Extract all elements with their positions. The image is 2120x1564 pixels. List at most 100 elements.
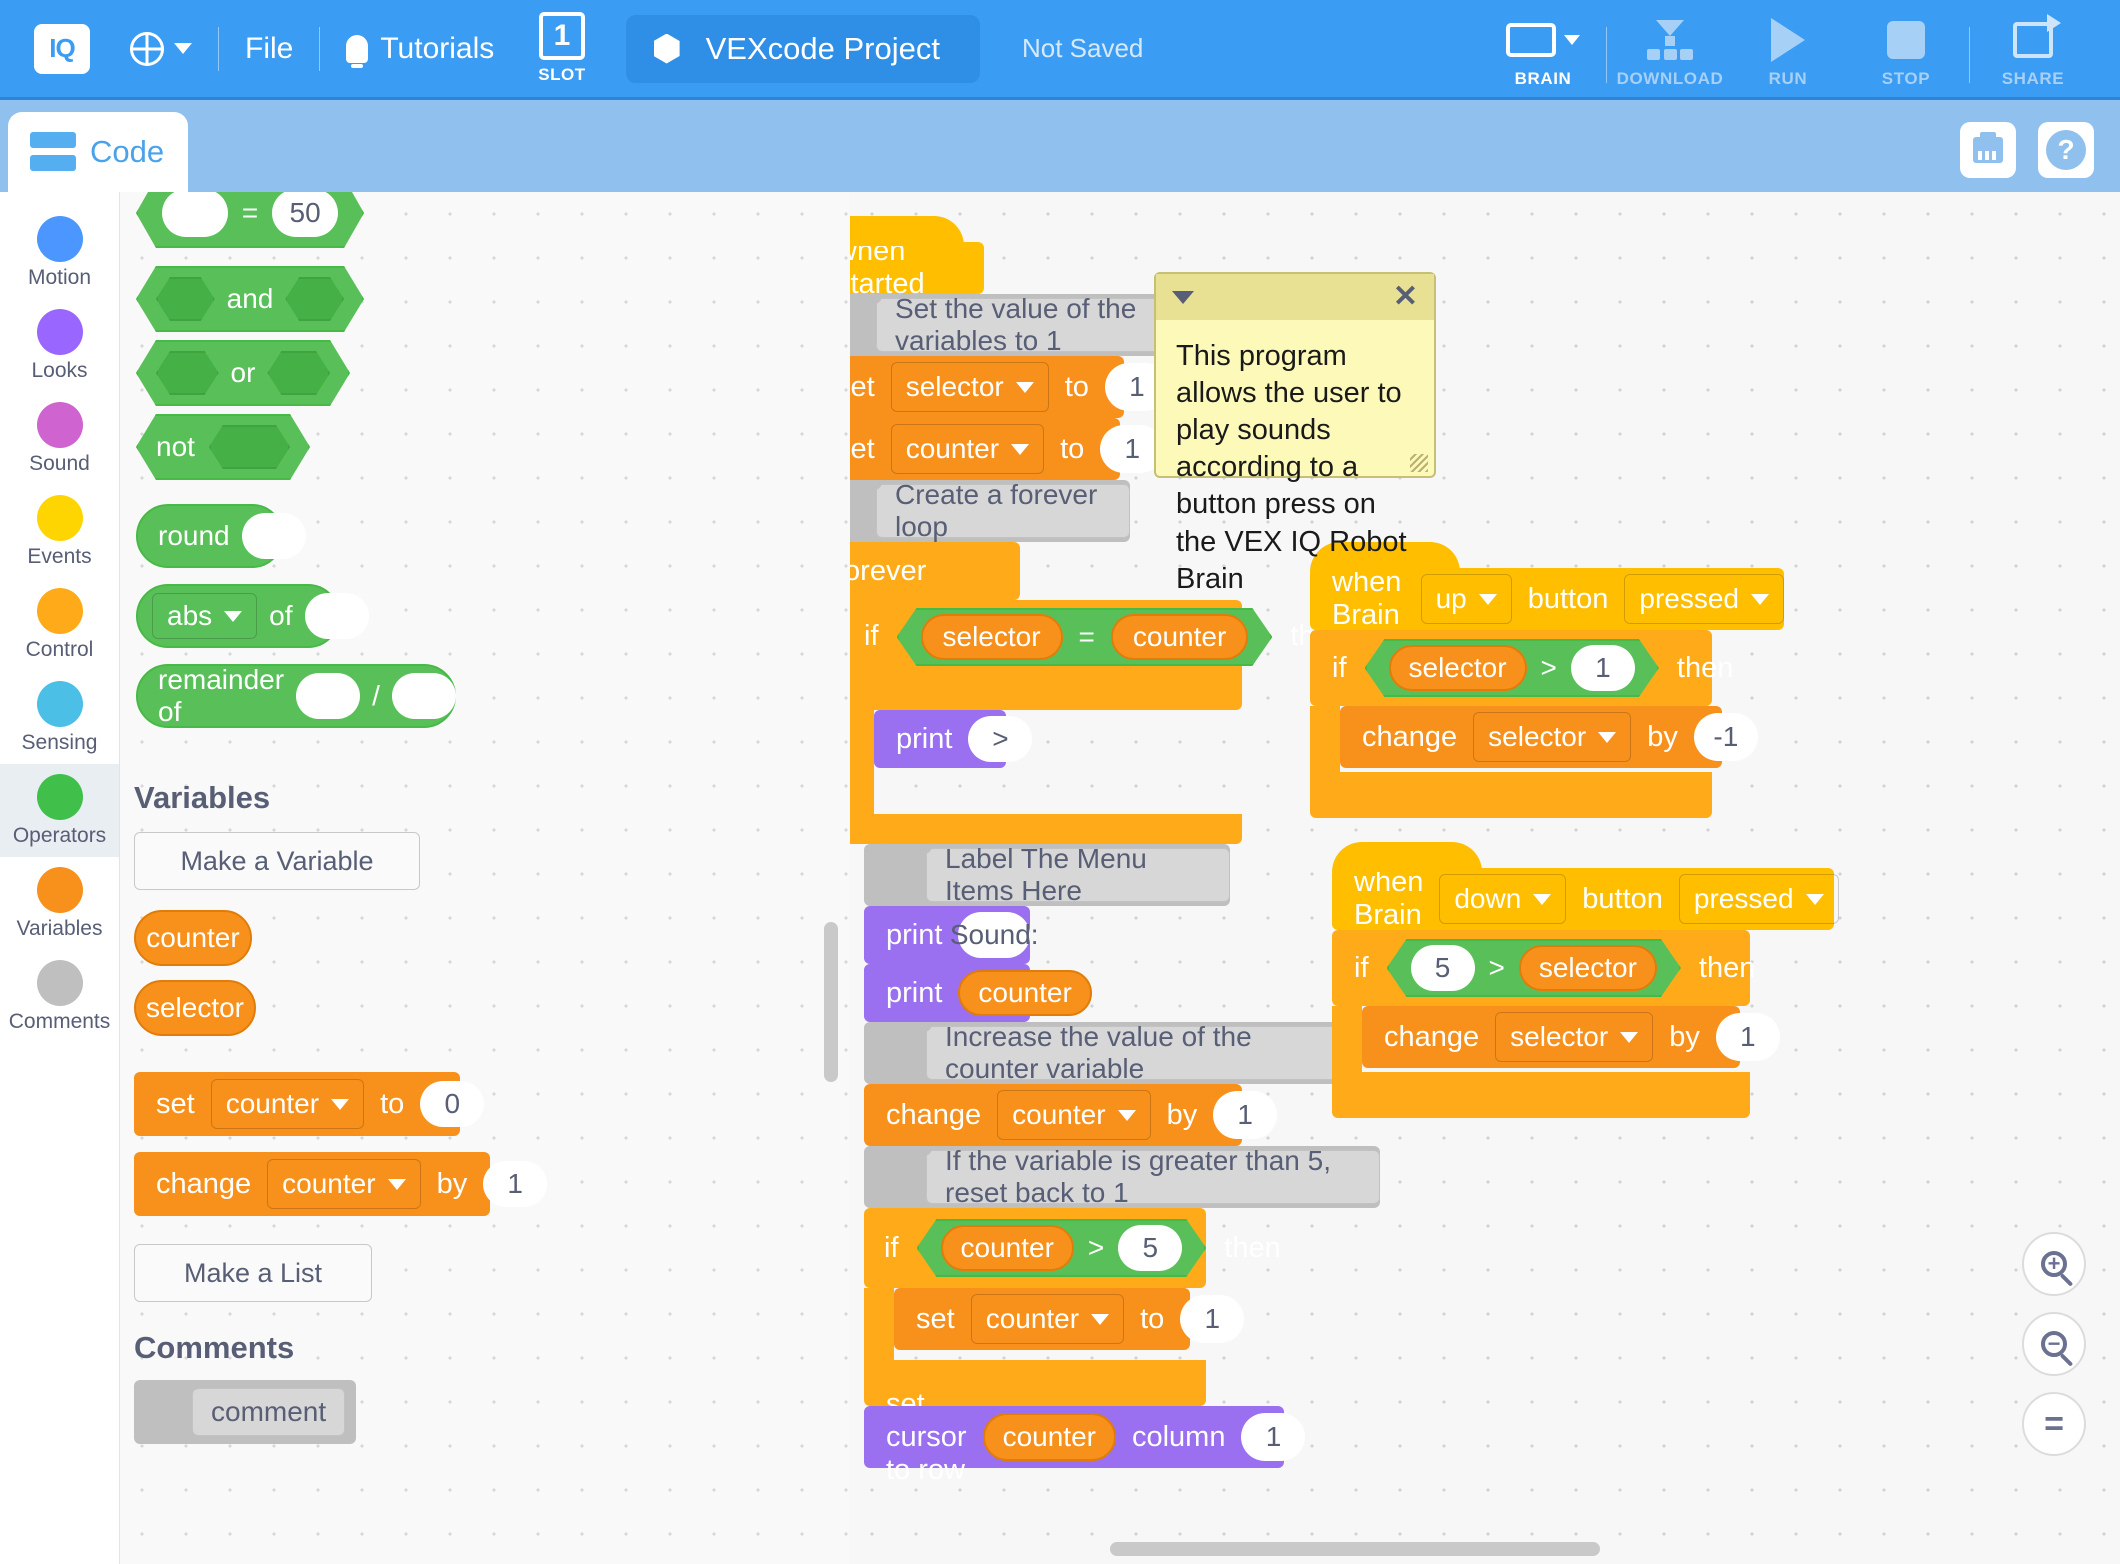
palette-block-and[interactable]: and xyxy=(136,266,364,332)
condition-equals[interactable]: selector = counter xyxy=(897,608,1273,666)
operand-left-slot[interactable] xyxy=(156,277,215,321)
condition-greater-than[interactable]: counter > 5 xyxy=(917,1219,1207,1277)
operand-left-slot[interactable] xyxy=(296,673,361,719)
palette-block-equals[interactable]: = 50 xyxy=(136,192,364,248)
button-dropdown[interactable]: down xyxy=(1439,874,1567,924)
block-forever[interactable]: forever xyxy=(850,542,1020,600)
operand-slot[interactable] xyxy=(304,593,369,639)
block-when-started[interactable]: when started xyxy=(850,216,984,300)
note-header[interactable]: ✕ xyxy=(1156,274,1434,320)
block-if-5-greater-selector[interactable]: if 5 > selector then xyxy=(1332,930,1755,1006)
abs-dropdown[interactable]: abs xyxy=(152,593,258,639)
palette-block-remainder[interactable]: remainder of / xyxy=(136,664,456,728)
variable-dropdown[interactable]: selector xyxy=(890,362,1049,412)
value-input[interactable]: 1 xyxy=(1571,645,1635,691)
column-input[interactable]: 1 xyxy=(1241,1413,1306,1461)
comment-text[interactable]: Increase the value of the counter variab… xyxy=(926,1021,1338,1084)
category-sensing[interactable]: Sensing xyxy=(0,671,119,764)
zoom-out-button[interactable]: − xyxy=(2022,1312,2086,1376)
comment-text[interactable]: If the variable is greater than 5, reset… xyxy=(926,1145,1380,1208)
value-input[interactable]: 5 xyxy=(1118,1225,1182,1271)
block-set-counter[interactable]: set counter to 1 xyxy=(850,418,1165,480)
zoom-in-button[interactable]: + xyxy=(2022,1232,2086,1296)
zoom-reset-button[interactable]: = xyxy=(2022,1392,2086,1456)
variable-dropdown[interactable]: counter xyxy=(267,1159,421,1209)
block-print-sound[interactable]: print Sound: xyxy=(864,906,1039,964)
palette-block-abs-of[interactable]: abs of xyxy=(136,584,369,648)
palette-block-or[interactable]: or xyxy=(136,340,350,406)
workspace-horizontal-scrollbar[interactable] xyxy=(1110,1542,1600,1556)
variable-counter[interactable]: counter xyxy=(958,970,1092,1016)
variable-counter[interactable]: counter xyxy=(1111,614,1248,660)
category-variables[interactable]: Variables xyxy=(0,857,119,950)
variable-selector[interactable]: selector xyxy=(1519,945,1657,991)
block-comment-3[interactable]: Label The Menu Items Here xyxy=(864,843,1230,906)
block-change-counter[interactable]: change counter by 1 xyxy=(864,1084,1278,1146)
block-print-counter[interactable]: print counter xyxy=(864,964,1092,1022)
value-input[interactable]: 5 xyxy=(1411,945,1475,991)
category-looks[interactable]: Looks xyxy=(0,299,119,392)
operand-right-slot[interactable] xyxy=(285,277,344,321)
block-set-cursor[interactable]: set cursor to row counter column 1 xyxy=(864,1388,1306,1486)
variable-counter[interactable]: counter xyxy=(941,1225,1074,1271)
value-input[interactable]: 1 xyxy=(1213,1091,1278,1139)
operand-slot[interactable] xyxy=(241,513,306,559)
block-print-caret[interactable]: print > xyxy=(874,710,1033,768)
value-input[interactable]: -1 xyxy=(1693,713,1758,761)
variable-selector[interactable]: selector xyxy=(1389,645,1527,691)
tab-code[interactable]: Code xyxy=(8,112,188,192)
palette-block-round[interactable]: round xyxy=(136,504,306,568)
operand-right-slot[interactable] xyxy=(267,351,330,395)
block-palette[interactable]: = 50 and or not round abs of remainder o… xyxy=(120,192,850,1564)
variable-dropdown[interactable]: selector xyxy=(1495,1012,1654,1062)
resize-handle[interactable] xyxy=(1410,454,1428,472)
print-value-input[interactable]: > xyxy=(968,716,1033,762)
palette-block-comment[interactable]: comment xyxy=(134,1380,356,1444)
variable-counter[interactable]: counter xyxy=(982,1413,1116,1461)
brain-button[interactable]: BRAIN xyxy=(1484,17,1602,99)
note-text[interactable]: This program allows the user to play sou… xyxy=(1156,320,1434,616)
stop-button[interactable]: STOP xyxy=(1847,17,1965,99)
workspace-comment-note[interactable]: ✕ This program allows the user to play s… xyxy=(1154,272,1436,595)
block-set-counter-reset[interactable]: set counter to 1 xyxy=(894,1288,1245,1350)
variable-dropdown[interactable]: counter xyxy=(970,1294,1125,1344)
button-dropdown[interactable]: up xyxy=(1420,574,1512,624)
run-button[interactable]: RUN xyxy=(1729,17,1847,99)
operand-left-slot[interactable] xyxy=(156,351,219,395)
palette-scrollbar[interactable] xyxy=(824,922,838,1082)
palette-block-change-variable[interactable]: change counter by 1 xyxy=(134,1152,548,1216)
block-change-selector-plus-1[interactable]: change selector by 1 xyxy=(1362,1006,1780,1068)
operand-left-slot[interactable] xyxy=(162,192,228,237)
block-if-selector-equals-counter[interactable]: if selector = counter then xyxy=(850,600,1347,710)
variable-dropdown[interactable]: selector xyxy=(1473,712,1632,762)
variable-dropdown[interactable]: counter xyxy=(210,1079,365,1129)
category-motion[interactable]: Motion xyxy=(0,206,119,299)
category-control[interactable]: Control xyxy=(0,578,119,671)
block-comment-4[interactable]: Increase the value of the counter variab… xyxy=(864,1021,1338,1084)
comment-text[interactable]: Label The Menu Items Here xyxy=(926,843,1230,906)
category-operators[interactable]: Operators xyxy=(0,764,119,857)
help-button[interactable]: ? xyxy=(2038,122,2094,178)
project-name-field[interactable]: VEXcode Project xyxy=(625,14,980,83)
category-comments[interactable]: Comments xyxy=(0,950,119,1043)
condition-greater-than[interactable]: selector > 1 xyxy=(1365,639,1659,697)
share-button[interactable]: SHARE xyxy=(1974,13,2092,99)
palette-variable-counter[interactable]: counter xyxy=(134,910,252,966)
variable-dropdown[interactable]: counter xyxy=(890,424,1045,474)
palette-variable-selector[interactable]: selector xyxy=(134,980,256,1036)
monitor-button[interactable] xyxy=(1960,122,2016,178)
block-if-selector-greater-1[interactable]: if selector > 1 then xyxy=(1310,630,1733,706)
operand-slot[interactable] xyxy=(209,425,290,469)
variable-selector[interactable]: selector xyxy=(921,614,1063,660)
state-dropdown[interactable]: pressed xyxy=(1678,874,1839,924)
value-input[interactable]: 1 xyxy=(1715,1013,1780,1061)
comment-text[interactable]: Create a forever loop xyxy=(876,479,1130,542)
print-value-input[interactable]: Sound: xyxy=(950,912,1039,958)
variable-dropdown[interactable]: counter xyxy=(997,1090,1151,1140)
slot-selector[interactable]: 1 SLOT xyxy=(538,9,592,85)
operand-right-slot[interactable]: 50 xyxy=(272,192,338,237)
condition-greater-than[interactable]: 5 > selector xyxy=(1387,939,1681,997)
close-icon[interactable]: ✕ xyxy=(1393,282,1418,312)
category-events[interactable]: Events xyxy=(0,485,119,578)
download-button[interactable]: DOWNLOAD xyxy=(1611,17,1729,99)
